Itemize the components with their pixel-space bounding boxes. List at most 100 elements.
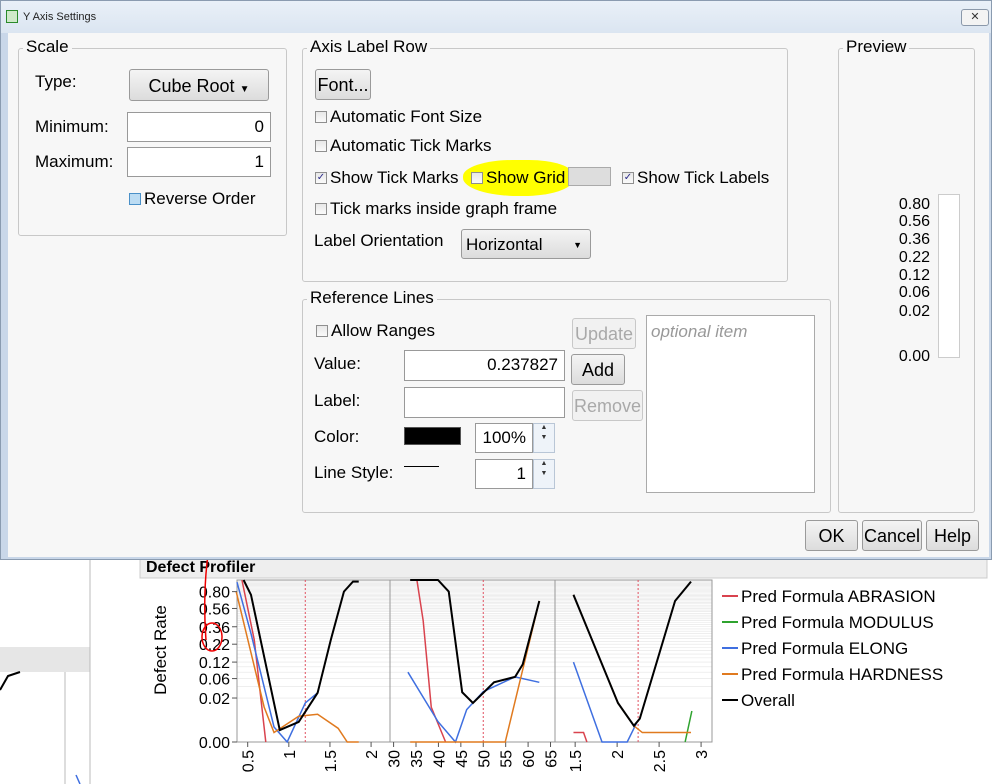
allow-ranges-checkbox[interactable]: Allow Ranges [316, 321, 435, 341]
preview-tick-label: 0.00 [898, 348, 930, 365]
remove-button[interactable]: Remove [572, 390, 643, 421]
type-label: Type: [35, 72, 77, 91]
x-tick-label: 45 [454, 750, 471, 768]
help-button[interactable]: Help [926, 520, 979, 551]
value-label: Value: [314, 354, 361, 373]
spin-up-icon[interactable]: ▲ [534, 460, 554, 467]
minimum-label: Minimum: [35, 117, 109, 136]
line-style-label: Line Style: [314, 463, 394, 482]
preview-tick-label: 0.80 [898, 195, 930, 213]
preview-tick-label: 0.36 [898, 231, 930, 249]
profiler-title: Defect Profiler [146, 559, 255, 576]
preview-tick-label: 0.22 [898, 248, 930, 266]
y-tick-label: 0.80 [199, 585, 230, 602]
legend-entry: Pred Formula ABRASION [741, 587, 936, 606]
auto-tick-marks-checkbox[interactable]: Automatic Tick Marks [315, 136, 492, 156]
show-tick-marks-label: Show Tick Marks [330, 168, 459, 187]
x-tick-label: 50 [476, 750, 493, 768]
x-tick-label: 3 [694, 750, 711, 759]
add-button[interactable]: Add [571, 354, 625, 385]
checkbox-icon [315, 111, 327, 123]
y-tick-label: 0.12 [199, 655, 230, 672]
reference-lines-list[interactable]: optional item [646, 315, 815, 493]
line-style-sample[interactable] [404, 466, 439, 467]
x-tick-label: 40 [431, 750, 448, 768]
preview-tick-label: 0.12 [898, 267, 930, 285]
line-width-spinner[interactable]: ▲ ▼ [533, 459, 555, 489]
opacity-spinner[interactable]: ▲ ▼ [533, 423, 555, 453]
tick-inside-label: Tick marks inside graph frame [330, 199, 558, 218]
axis-label-row-legend: Axis Label Row [307, 37, 431, 57]
reference-lines-legend: Reference Lines [307, 288, 437, 308]
dropdown-arrow-icon: ▼ [239, 84, 250, 95]
scale-type-value: Cube Root [148, 76, 235, 96]
x-tick-label: 2.5 [652, 750, 669, 772]
spin-down-icon[interactable]: ▼ [534, 434, 554, 441]
spin-up-icon[interactable]: ▲ [534, 424, 554, 431]
preview-tick-label: 0.56 [898, 212, 930, 230]
list-placeholder: optional item [651, 322, 748, 341]
maximum-label: Maximum: [35, 152, 114, 171]
preview-tick-label: 0.06 [898, 283, 930, 301]
show-grid-checkbox[interactable]: Show Grid [471, 168, 565, 188]
minimum-input[interactable]: 0 [127, 112, 271, 142]
x-tick-label: 1 [282, 750, 299, 759]
grid-color-swatch[interactable] [568, 167, 611, 186]
x-tick-label: 35 [409, 750, 426, 768]
checkbox-icon [315, 140, 327, 152]
scale-legend: Scale [23, 37, 72, 57]
x-tick-label: 30 [387, 750, 404, 768]
dropdown-arrow-icon: ▼ [573, 240, 582, 250]
checkbox-icon [129, 193, 141, 205]
update-button[interactable]: Update [572, 318, 636, 349]
x-tick-label: 0.5 [241, 750, 258, 772]
legend-entry: Pred Formula MODULUS [741, 613, 934, 632]
scale-type-dropdown[interactable]: Cube Root ▼ [129, 69, 269, 101]
label-orientation-select[interactable]: Horizontal ▼ [461, 229, 591, 259]
show-tick-labels-checkbox[interactable]: ✓ Show Tick Labels [622, 168, 769, 188]
label-orientation-label: Label Orientation [314, 231, 444, 250]
x-tick-label: 2 [364, 750, 381, 759]
checkbox-icon [471, 172, 483, 184]
tick-inside-checkbox[interactable]: Tick marks inside graph frame [315, 199, 557, 219]
app-icon [6, 10, 18, 23]
value-input[interactable]: 0.237827 [404, 350, 565, 381]
line-color-swatch[interactable] [404, 427, 461, 445]
y-axis-label: Defect Rate [151, 605, 170, 695]
reverse-order-label: Reverse Order [144, 189, 256, 208]
title-bar: Y Axis Settings ✕ [1, 1, 991, 33]
preview-legend: Preview [843, 37, 910, 57]
x-tick-label: 1.5 [323, 750, 340, 772]
preview-axis-frame [938, 194, 960, 358]
checkmark-icon: ✓ [622, 172, 634, 184]
y-tick-label: 0.02 [199, 691, 230, 708]
preview-tick-label: 0.02 [898, 303, 930, 321]
x-tick-label: 1.5 [568, 750, 585, 772]
show-tick-marks-checkbox[interactable]: ✓ Show Tick Marks [315, 168, 458, 188]
legend-entry: Overall [741, 691, 795, 710]
label-label: Label: [314, 391, 361, 410]
auto-tick-marks-label: Automatic Tick Marks [330, 136, 492, 155]
cancel-button[interactable]: Cancel [862, 520, 922, 551]
show-grid-label: Show Grid [486, 168, 566, 187]
font-button[interactable]: Font... [315, 69, 371, 100]
x-tick-label: 65 [544, 750, 561, 768]
y-tick-label: 0.06 [199, 672, 230, 689]
line-width-input[interactable]: 1 [475, 459, 533, 489]
maximum-input[interactable]: 1 [127, 147, 271, 177]
checkmark-icon: ✓ [315, 172, 327, 184]
checkbox-icon [315, 203, 327, 215]
window-title: Y Axis Settings [23, 11, 97, 23]
allow-ranges-label: Allow Ranges [331, 321, 435, 340]
ok-button[interactable]: OK [805, 520, 858, 551]
spin-down-icon[interactable]: ▼ [534, 470, 554, 477]
reverse-order-checkbox[interactable]: Reverse Order [129, 189, 255, 209]
close-button[interactable]: ✕ [961, 9, 989, 26]
left-panel-header [0, 647, 90, 672]
legend-entry: Pred Formula HARDNESS [741, 665, 943, 684]
x-tick-label: 2 [610, 750, 627, 759]
label-input[interactable] [404, 387, 565, 418]
opacity-input[interactable]: 100% [475, 423, 533, 453]
auto-font-size-checkbox[interactable]: Automatic Font Size [315, 107, 482, 127]
y-tick-label: 0.00 [199, 735, 230, 752]
